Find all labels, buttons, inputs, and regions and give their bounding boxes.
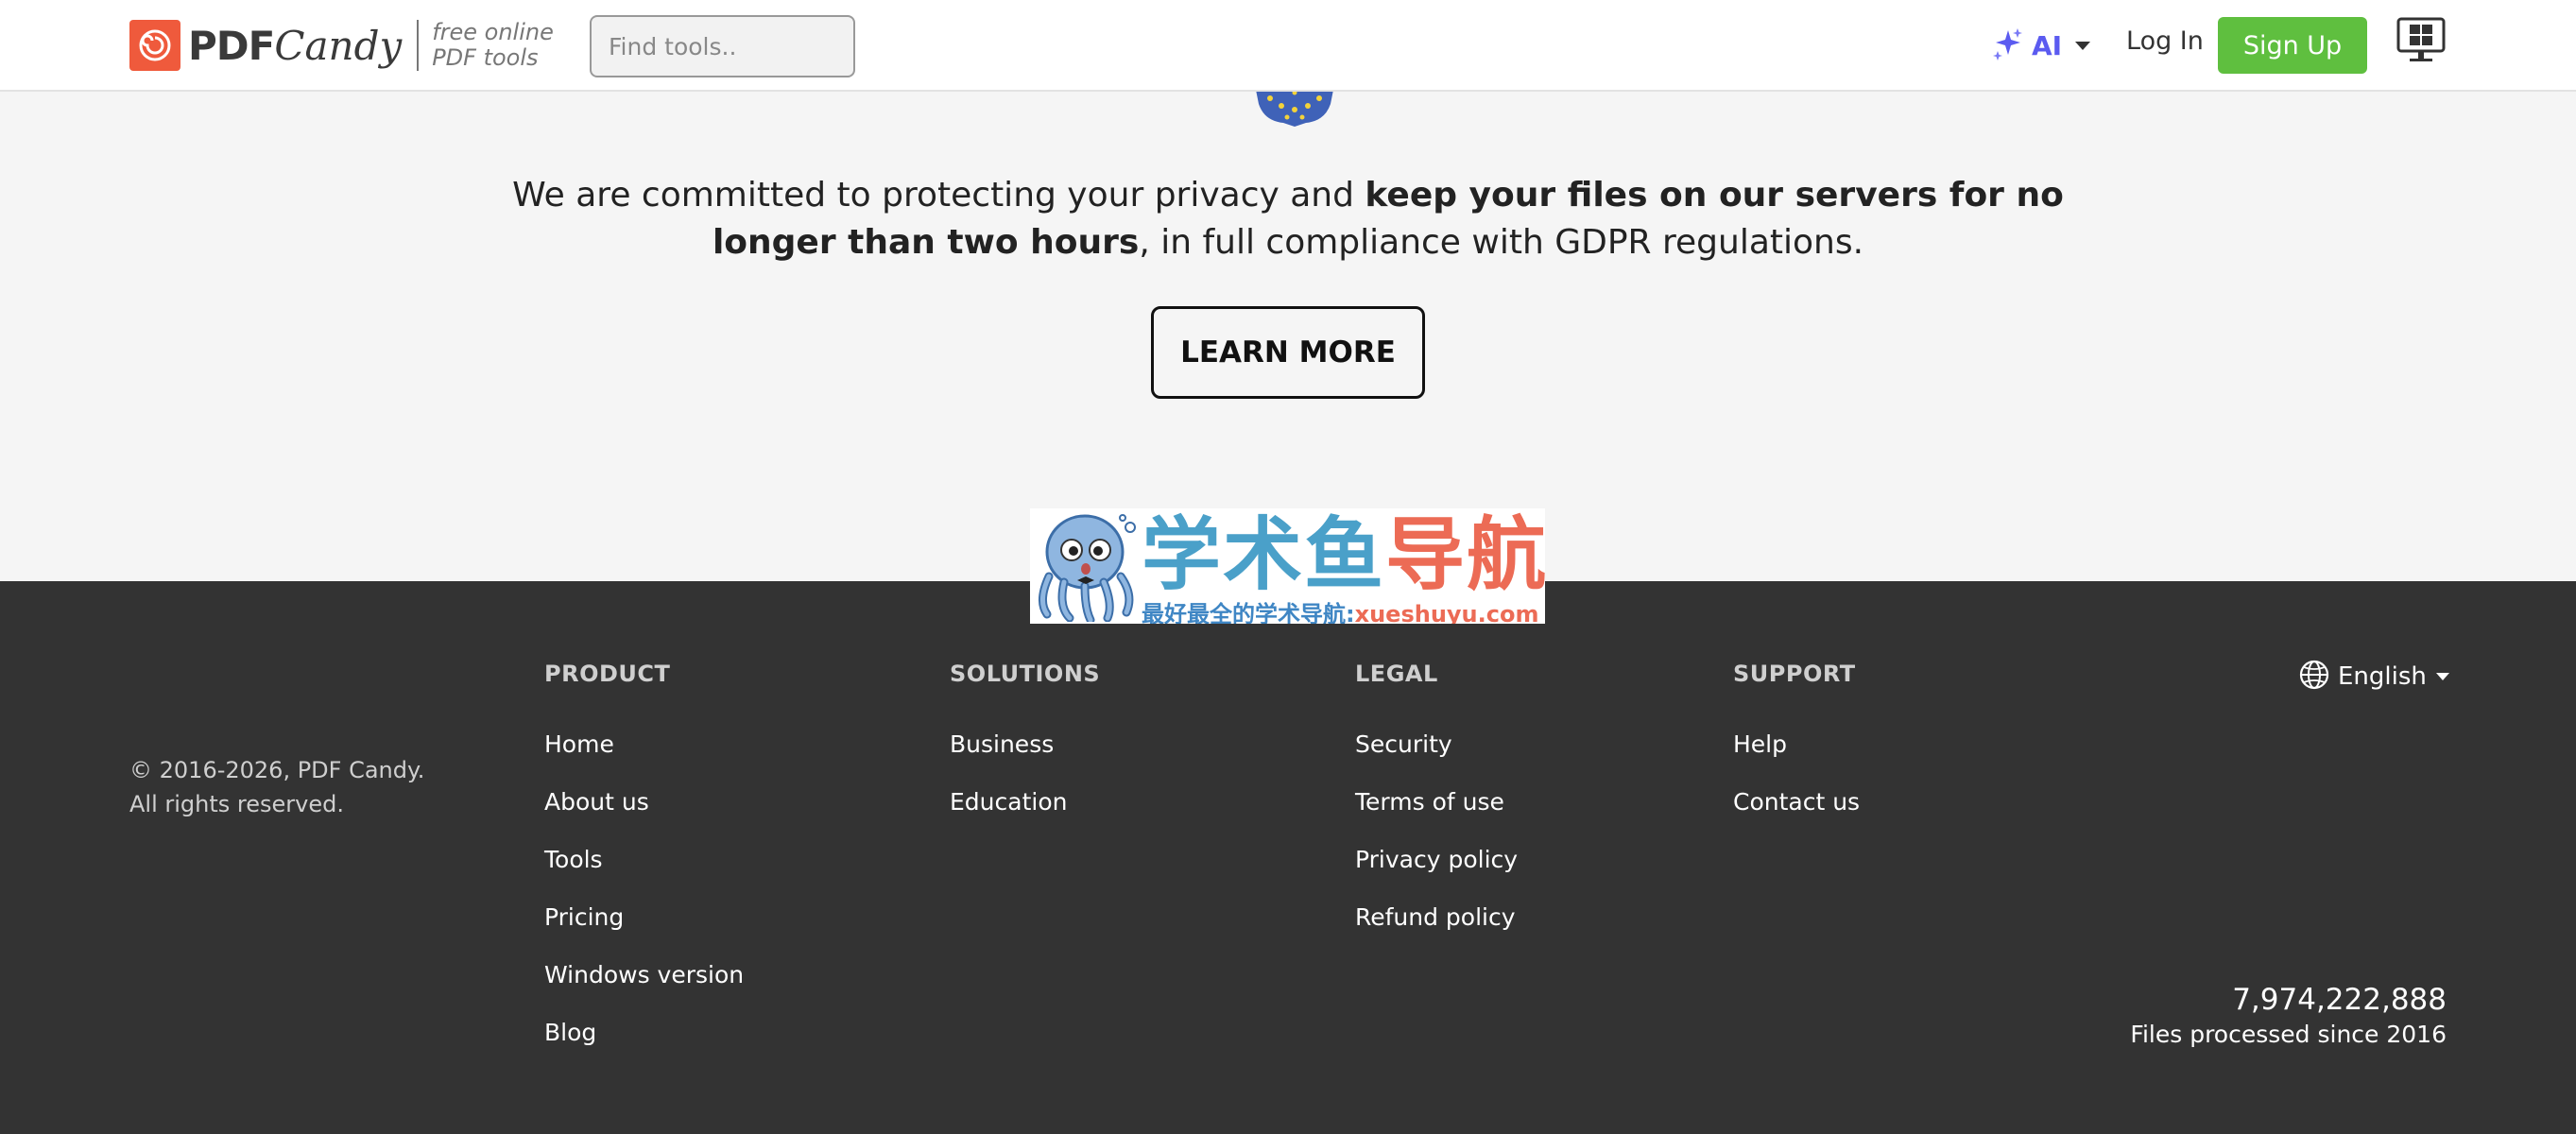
- language-label: English: [2338, 662, 2427, 691]
- language-selector[interactable]: English: [2298, 659, 2449, 695]
- footer-heading-product: PRODUCT: [544, 661, 671, 687]
- search-input[interactable]: [590, 15, 855, 77]
- footer-heading-solutions: SOLUTIONS: [950, 661, 1101, 687]
- watermark-subtitle: 最好最全的学术导航:xueshuyu.com: [1142, 601, 1539, 624]
- logo-divider: [417, 20, 420, 71]
- footer-column-solutions: SOLUTIONS Business Education: [950, 661, 1100, 846]
- ai-label: AI: [2032, 29, 2063, 61]
- footer-link-refund-policy[interactable]: Refund policy: [1355, 903, 1516, 931]
- signup-button[interactable]: Sign Up: [2218, 17, 2367, 74]
- watermark-title: 学术鱼导航: [1142, 508, 1545, 601]
- site-header: PDFCandy free online PDF tools AI Log In…: [0, 0, 2576, 92]
- logo-tagline-line1: free online: [432, 19, 554, 45]
- ai-dropdown[interactable]: AI: [1992, 25, 2091, 66]
- footer-link-security[interactable]: Security: [1355, 730, 1452, 758]
- candy-logo-icon: [129, 20, 180, 71]
- footer-link-about-us[interactable]: About us: [544, 788, 649, 816]
- footer-link-terms-of-use[interactable]: Terms of use: [1355, 788, 1504, 816]
- footer-column-support: SUPPORT Help Contact us: [1733, 661, 1860, 846]
- privacy-statement: We are committed to protecting your priv…: [512, 176, 2064, 262]
- logo-tagline: free online PDF tools: [432, 20, 554, 71]
- footer-link-windows-version[interactable]: Windows version: [544, 961, 744, 988]
- learn-more-button[interactable]: LEARN MORE: [1151, 306, 1425, 399]
- footer-column-product: PRODUCT Home About us Tools Pricing Wind…: [544, 661, 744, 1076]
- footer-link-business[interactable]: Business: [950, 730, 1054, 758]
- footer-column-legal: LEGAL Security Terms of use Privacy poli…: [1355, 661, 1518, 961]
- footer-link-pricing[interactable]: Pricing: [544, 903, 624, 931]
- ai-sparkle-icon: [1992, 26, 2024, 64]
- footer-link-education[interactable]: Education: [950, 788, 1067, 816]
- footer-link-tools[interactable]: Tools: [544, 846, 603, 873]
- watermark-banner: 学术鱼导航 最好最全的学术导航:xueshuyu.com: [1030, 508, 1545, 624]
- logo-wordmark: PDFCandy: [188, 22, 403, 69]
- footer-heading-support: SUPPORT: [1733, 661, 1856, 687]
- footer-link-home[interactable]: Home: [544, 730, 614, 758]
- files-count-label: Files processed since 2016: [2130, 1021, 2447, 1048]
- files-counter: 7,974,222,888 Files processed since 2016: [2130, 981, 2447, 1051]
- footer-link-privacy-policy[interactable]: Privacy policy: [1355, 846, 1518, 873]
- footer-link-help[interactable]: Help: [1733, 730, 1787, 758]
- logo-tagline-line2: PDF tools: [432, 44, 539, 71]
- logo[interactable]: PDFCandy free online PDF tools: [129, 19, 554, 72]
- copyright-line2: All rights reserved.: [129, 791, 344, 817]
- copyright: © 2016-2026, PDF Candy. All rights reser…: [129, 753, 424, 821]
- footer-link-contact-us[interactable]: Contact us: [1733, 788, 1860, 816]
- globe-icon: [2298, 659, 2330, 695]
- chevron-down-icon: [2075, 41, 2091, 50]
- footer-link-blog[interactable]: Blog: [544, 1019, 596, 1046]
- files-count: 7,974,222,888: [2232, 983, 2447, 1017]
- chevron-down-icon: [2435, 673, 2449, 680]
- footer-heading-legal: LEGAL: [1355, 661, 1438, 687]
- site-footer: © 2016-2026, PDF Candy. All rights reser…: [0, 581, 2576, 1134]
- copyright-line1: © 2016-2026, PDF Candy.: [129, 757, 425, 783]
- login-link[interactable]: Log In: [2126, 26, 2204, 56]
- windows-monitor-icon[interactable]: [2396, 17, 2446, 64]
- octopus-mascot-icon: [1032, 510, 1140, 624]
